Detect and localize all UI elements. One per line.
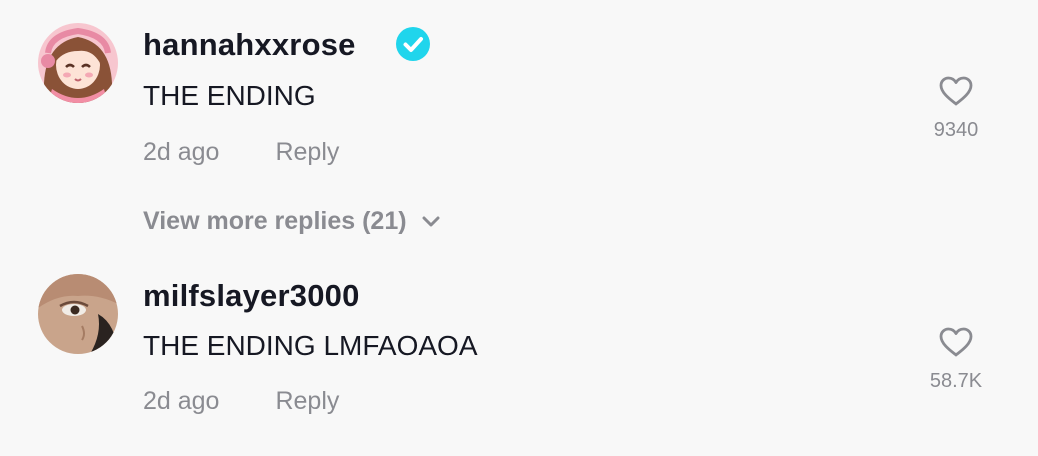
comment-text: THE ENDING LMFAOAOA — [143, 330, 478, 361]
comment-text: THE ENDING — [143, 80, 316, 111]
reply-button[interactable]: Reply — [275, 387, 339, 416]
reply-button[interactable]: Reply — [275, 138, 339, 167]
avatar[interactable] — [38, 274, 118, 354]
avatar[interactable] — [38, 23, 118, 103]
cartoon-girl-avatar-icon — [38, 23, 118, 103]
timestamp: 2d ago — [143, 138, 220, 166]
chevron-down-icon — [422, 216, 440, 226]
like-count: 58.7K — [929, 370, 983, 392]
heart-icon — [939, 327, 973, 357]
face-closeup-avatar-icon — [38, 274, 118, 354]
username[interactable]: hannahxxrose — [143, 27, 356, 63]
view-more-replies-button[interactable]: View more replies (21) — [143, 207, 441, 236]
view-more-replies-label: View more replies (21) — [143, 207, 407, 235]
comment-meta: 2d ago Reply — [143, 138, 339, 167]
timestamp: 2d ago — [143, 387, 220, 415]
like-count: 9340 — [933, 119, 979, 141]
username[interactable]: milfslayer3000 — [143, 278, 360, 314]
comment-meta: 2d ago Reply — [143, 387, 339, 416]
heart-icon — [939, 76, 973, 106]
verified-badge-icon — [396, 27, 430, 61]
like-button[interactable]: 58.7K — [920, 326, 992, 393]
like-button[interactable]: 9340 — [920, 75, 992, 142]
